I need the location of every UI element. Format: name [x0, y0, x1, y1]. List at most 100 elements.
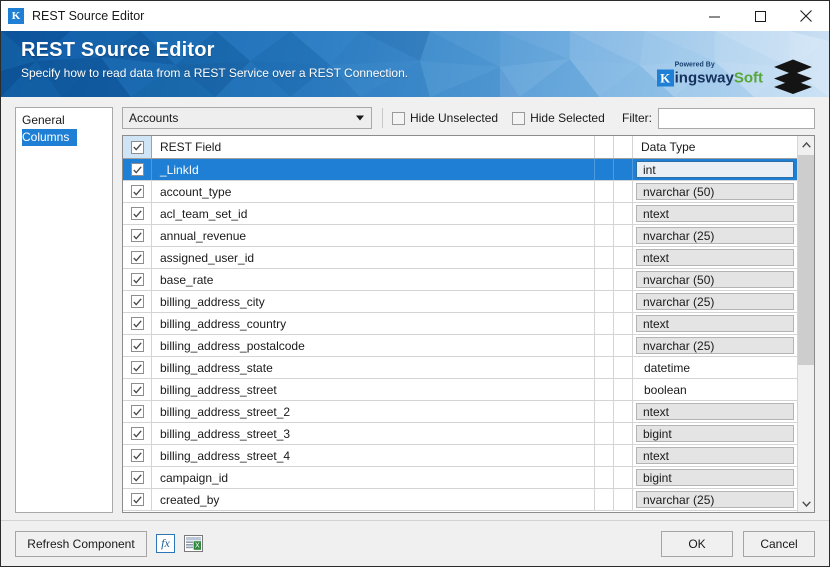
data-type-combo[interactable]: nvarchar (50) [636, 271, 794, 288]
hide-unselected-box[interactable] [392, 111, 405, 125]
hide-selected-box[interactable] [512, 111, 526, 125]
row-data-type-cell[interactable]: boolean [633, 379, 797, 400]
hide-selected-checkbox[interactable]: Hide Selected [512, 111, 605, 125]
data-type-combo[interactable]: datetime [636, 359, 794, 376]
table-row[interactable]: annual_revenue nvarchar (25) [123, 225, 797, 247]
row-data-type-cell[interactable]: nvarchar (50) [633, 269, 797, 290]
row-data-type-cell[interactable]: nvarchar (25) [633, 489, 797, 510]
data-type-combo[interactable]: bigint [636, 425, 794, 442]
row-data-type-cell[interactable]: ntext [633, 445, 797, 466]
sidebar-item-general[interactable]: General [16, 112, 112, 129]
scroll-down-icon[interactable] [798, 495, 814, 512]
row-select-cell[interactable] [123, 247, 152, 268]
row-data-type-cell[interactable]: nvarchar (25) [633, 291, 797, 312]
maximize-icon[interactable] [737, 1, 783, 31]
table-row[interactable]: billing_address_postalcode nvarchar (25) [123, 335, 797, 357]
row-checkbox[interactable] [130, 185, 144, 198]
hide-unselected-checkbox[interactable]: Hide Unselected [392, 111, 498, 125]
data-type-combo[interactable]: nvarchar (25) [636, 227, 794, 244]
row-checkbox[interactable] [130, 383, 144, 396]
row-select-cell[interactable] [123, 401, 152, 422]
row-checkbox[interactable] [130, 229, 144, 242]
row-checkbox[interactable] [130, 361, 144, 374]
header-select-all-cell[interactable] [123, 136, 152, 158]
data-type-combo[interactable]: ntext [636, 249, 794, 266]
select-all-checkbox[interactable] [130, 140, 144, 154]
data-type-combo[interactable]: nvarchar (50) [636, 183, 794, 200]
row-data-type-cell[interactable]: int [633, 159, 797, 180]
table-row[interactable]: billing_address_state datetime [123, 357, 797, 379]
data-type-combo[interactable]: bigint [636, 469, 794, 486]
row-checkbox[interactable] [130, 471, 144, 484]
cancel-button[interactable]: Cancel [743, 530, 815, 557]
data-type-combo[interactable]: nvarchar (25) [636, 491, 794, 508]
table-row[interactable]: billing_address_street_3 bigint [123, 423, 797, 445]
row-data-type-cell[interactable]: ntext [633, 401, 797, 422]
row-checkbox[interactable] [130, 493, 144, 506]
filter-input[interactable] [658, 107, 815, 129]
row-data-type-cell[interactable]: ntext [633, 247, 797, 268]
row-checkbox[interactable] [130, 405, 144, 418]
row-checkbox[interactable] [130, 295, 144, 308]
row-select-cell[interactable] [123, 225, 152, 246]
row-checkbox[interactable] [130, 251, 144, 264]
scrollbar-thumb[interactable] [798, 155, 814, 365]
row-select-cell[interactable] [123, 445, 152, 466]
table-row[interactable]: campaign_id bigint [123, 467, 797, 489]
data-type-combo[interactable]: ntext [636, 447, 794, 464]
scrollbar-track[interactable] [798, 153, 814, 495]
row-select-cell[interactable] [123, 181, 152, 202]
row-select-cell[interactable] [123, 269, 152, 290]
scroll-up-icon[interactable] [798, 136, 814, 153]
data-type-combo[interactable]: nvarchar (25) [636, 293, 794, 310]
data-type-combo[interactable]: int [636, 161, 794, 178]
row-checkbox[interactable] [130, 449, 144, 462]
table-row[interactable]: billing_address_street_4 ntext [123, 445, 797, 467]
row-checkbox[interactable] [130, 273, 144, 286]
row-data-type-cell[interactable]: nvarchar (25) [633, 335, 797, 356]
row-data-type-cell[interactable]: bigint [633, 467, 797, 488]
row-select-cell[interactable] [123, 159, 152, 180]
row-select-cell[interactable] [123, 203, 152, 224]
row-data-type-cell[interactable]: ntext [633, 313, 797, 334]
row-select-cell[interactable] [123, 313, 152, 334]
excel-export-icon[interactable]: X [184, 534, 203, 553]
row-select-cell[interactable] [123, 335, 152, 356]
row-checkbox[interactable] [130, 163, 144, 176]
row-select-cell[interactable] [123, 291, 152, 312]
table-row[interactable]: billing_address_city nvarchar (25) [123, 291, 797, 313]
row-checkbox[interactable] [130, 427, 144, 440]
row-data-type-cell[interactable]: nvarchar (25) [633, 225, 797, 246]
minimize-icon[interactable] [691, 1, 737, 31]
row-checkbox[interactable] [130, 339, 144, 352]
row-select-cell[interactable] [123, 357, 152, 378]
header-rest-field[interactable]: REST Field [152, 136, 595, 158]
table-row[interactable]: billing_address_street_2 ntext [123, 401, 797, 423]
row-data-type-cell[interactable]: bigint [633, 423, 797, 444]
data-type-combo[interactable]: ntext [636, 403, 794, 420]
table-row[interactable]: acl_team_set_id ntext [123, 203, 797, 225]
data-type-combo[interactable]: ntext [636, 205, 794, 222]
table-row[interactable]: created_by nvarchar (25) [123, 489, 797, 511]
row-checkbox[interactable] [130, 317, 144, 330]
entity-combo[interactable]: Accounts [122, 107, 372, 129]
ok-button[interactable]: OK [661, 530, 733, 557]
table-row[interactable]: base_rate nvarchar (50) [123, 269, 797, 291]
row-checkbox[interactable] [130, 207, 144, 220]
row-select-cell[interactable] [123, 379, 152, 400]
row-data-type-cell[interactable]: datetime [633, 357, 797, 378]
table-row[interactable]: assigned_user_id ntext [123, 247, 797, 269]
table-row[interactable]: account_type nvarchar (50) [123, 181, 797, 203]
data-type-combo[interactable]: ntext [636, 315, 794, 332]
grid-vertical-scrollbar[interactable] [797, 136, 814, 512]
row-select-cell[interactable] [123, 423, 152, 444]
fx-expression-icon[interactable]: fx [156, 534, 175, 553]
row-select-cell[interactable] [123, 467, 152, 488]
refresh-component-button[interactable]: Refresh Component [15, 530, 147, 557]
row-data-type-cell[interactable]: nvarchar (50) [633, 181, 797, 202]
data-type-combo[interactable]: nvarchar (25) [636, 337, 794, 354]
row-select-cell[interactable] [123, 489, 152, 510]
data-type-combo[interactable]: boolean [636, 381, 794, 398]
sidebar-item-columns[interactable]: Columns [22, 129, 78, 146]
table-row[interactable]: billing_address_country ntext [123, 313, 797, 335]
